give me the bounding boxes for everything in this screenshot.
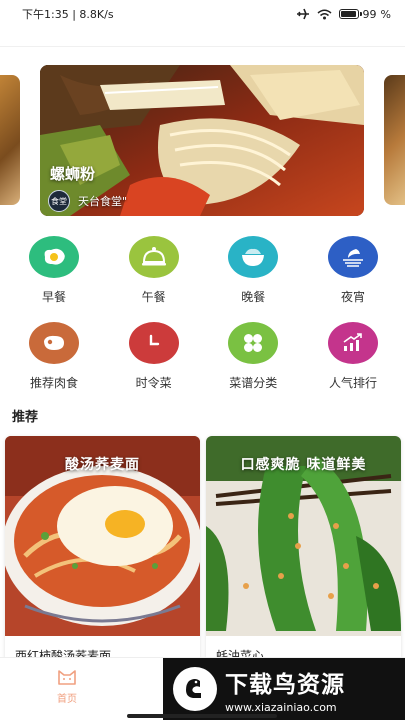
status-icons: 99% [296, 8, 391, 21]
header-divider [0, 46, 405, 47]
category-row: 推荐肉食 时令菜 菜谱分类 人气排行 [0, 322, 405, 408]
banner-author[interactable]: 食堂 天台食堂" [48, 190, 127, 212]
category-recipe-types[interactable]: 菜谱分类 [221, 322, 285, 408]
nav-home-label: 首页 [57, 694, 77, 705]
category-meat[interactable]: 推荐肉食 [22, 322, 86, 408]
category-label: 人气排行 [328, 376, 377, 390]
trend-chart-icon [327, 322, 378, 364]
battery-indicator: 99% [338, 7, 391, 21]
category-grid: 早餐 午餐 晚餐 夜宵 推荐肉食 时令菜 菜谱分类 人气排行 [0, 236, 405, 408]
category-label: 推荐肉食 [29, 376, 78, 390]
recipe-image: 口感爽脆 味道鲜美 [206, 436, 401, 636]
author-name: 天台食堂" [78, 195, 128, 208]
status-time-speed: 下午1:35 | 8.8K/s [22, 8, 114, 21]
category-late-night[interactable]: 夜宵 [321, 236, 385, 322]
airplane-icon [296, 8, 309, 20]
steak-icon [29, 322, 79, 364]
four-leaf-icon [228, 322, 279, 364]
banner-next-peek[interactable] [384, 75, 405, 205]
category-dinner[interactable]: 晚餐 [221, 236, 285, 322]
food-cloche-icon [128, 236, 179, 278]
category-label: 午餐 [141, 290, 166, 304]
banner-card[interactable]: 螺蛳粉 食堂 天台食堂" [40, 65, 364, 216]
bird-logo-icon [173, 667, 217, 711]
status-bar: 下午1:35 | 8.8K/s 99% [0, 0, 405, 28]
category-breakfast[interactable]: 早餐 [22, 236, 86, 322]
category-label: 早餐 [41, 290, 66, 304]
category-label: 晚餐 [241, 290, 266, 304]
recipe-overlay-text: 酸汤荞麦面 [65, 457, 140, 473]
category-label: 夜宵 [340, 290, 365, 304]
home-indicator [127, 714, 277, 718]
site-watermark: 下载鸟资源 www.xiazainiao.com [163, 658, 405, 720]
wifi-icon [317, 9, 332, 19]
recipe-card[interactable]: 酸汤荞麦面 西红柿酸汤荞麦面 [5, 436, 200, 666]
category-row: 早餐 午餐 晚餐 夜宵 [0, 236, 405, 322]
rice-bowl-icon [228, 236, 279, 278]
nav-home-tab[interactable]: 首页 [45, 668, 89, 705]
battery-percent: 99 [362, 7, 377, 21]
recipe-card[interactable]: 口感爽脆 味道鲜美 蚝油菜心 [206, 436, 401, 666]
category-label: 时令菜 [135, 376, 172, 390]
category-lunch[interactable]: 午餐 [122, 236, 186, 322]
banner-title: 螺蛳粉 [50, 165, 96, 183]
watermark-texts: 下载鸟资源 www.xiazainiao.com [225, 665, 345, 714]
recipe-image: 酸汤荞麦面 [5, 436, 200, 636]
watermark-title: 下载鸟资源 [225, 671, 345, 698]
watermark-url: www.xiazainiao.com [225, 700, 337, 714]
banner-prev-peek[interactable] [0, 75, 20, 205]
category-popular-ranking[interactable]: 人气排行 [321, 322, 385, 408]
recommend-section-title: 推荐 [12, 410, 39, 425]
moon-icon [327, 236, 378, 278]
battery-icon [338, 9, 362, 19]
cat-face-icon [58, 670, 76, 685]
recipe-overlay-text: 口感爽脆 味道鲜美 [240, 457, 367, 473]
clock-icon [128, 322, 179, 364]
category-label: 菜谱分类 [229, 376, 278, 390]
category-seasonal[interactable]: 时令菜 [122, 322, 186, 408]
author-avatar: 食堂 [48, 190, 70, 212]
fried-egg-icon [29, 236, 79, 278]
